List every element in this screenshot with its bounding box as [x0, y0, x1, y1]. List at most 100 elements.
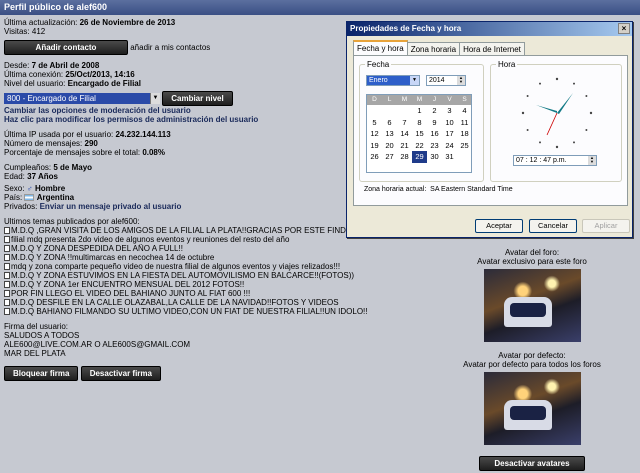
month-select[interactable]: Enero ▼ [366, 75, 420, 86]
calendar-day[interactable]: 5 [367, 117, 382, 129]
last-update-label: Última actualización: [4, 18, 78, 27]
calendar-day[interactable]: 1 [412, 105, 427, 117]
tab-date-time[interactable]: Fecha y hora [353, 40, 408, 55]
level-select[interactable]: 800 - Encargado de Filial ▼ [4, 93, 160, 105]
document-icon [4, 245, 10, 252]
calendar-day[interactable]: 10 [442, 117, 457, 129]
calendar-day[interactable]: 21 [397, 140, 412, 152]
document-icon [4, 263, 10, 270]
default-avatar-title: Avatar por defecto: [498, 351, 566, 360]
sex-label: Sexo: [4, 184, 25, 193]
calendar-day[interactable]: 20 [382, 140, 397, 152]
close-icon[interactable]: × [618, 23, 630, 34]
argentina-flag-icon [24, 194, 35, 201]
calendar-day[interactable]: 28 [397, 151, 412, 163]
calendar-day[interactable]: 12 [367, 128, 382, 140]
calendar-weekdays: DLMMJVS [367, 95, 471, 105]
chevron-down-icon[interactable]: ▼ [410, 76, 419, 85]
spin-arrows-icon[interactable]: ▲ ▼ [457, 76, 465, 85]
block-signature-button[interactable]: Bloquear firma [4, 366, 79, 381]
calendar-day[interactable]: 2 [427, 105, 442, 117]
tab-time-zone[interactable]: Zona horaria [406, 42, 461, 56]
document-icon [4, 254, 10, 261]
topic-item[interactable]: M.D.Q Y ZONA 1er ENCUENTRO MENSUAL DEL 2… [4, 280, 424, 289]
calendar-day[interactable]: 29 [412, 151, 427, 163]
private-message-link[interactable]: Enviar un mensaje privado al usuario [40, 202, 182, 211]
calendar-day[interactable]: 4 [457, 105, 472, 117]
calendar-day[interactable]: 23 [427, 140, 442, 152]
calendar-day[interactable]: 17 [442, 128, 457, 140]
calendar-weekday: M [416, 96, 423, 103]
topic-item[interactable]: M.D.Q Y ZONA DESPEDIDA DEL AÑO A FULL!! [4, 244, 424, 253]
topics-list: M.D.Q ,GRAN VISITA DE LOS AMIGOS DE LA F… [4, 226, 424, 316]
calendar-empty-cell [457, 151, 472, 163]
time-spinner[interactable]: 07 : 12 : 47 p.m. ▲ ▼ [513, 155, 597, 166]
calendar-day[interactable]: 16 [427, 128, 442, 140]
tab-panel: Fecha Enero ▼ 2014 ▲ ▼ DLMMJVS 1 2 3 4 5 6 7 8 9 10 1… [353, 55, 628, 206]
last-login-label: Última conexión: [4, 70, 64, 79]
disable-signature-button[interactable]: Desactivar firma [80, 366, 161, 381]
age-value: 37 Años [27, 172, 58, 181]
calendar-day[interactable]: 19 [367, 140, 382, 152]
topic-item[interactable]: M.D.Q Y ZONA ESTUVIMOS EN LA FIESTA DEL … [4, 271, 424, 280]
sex-value: Hombre [34, 184, 66, 193]
age-label: Edad: [4, 172, 25, 181]
calendar-day[interactable]: 14 [397, 128, 412, 140]
year-spinner[interactable]: 2014 ▲ ▼ [426, 75, 466, 86]
calendar: DLMMJVS 1 2 3 4 5 6 7 8 9 10 11 12 13 14 15 16 17 18 19 20 2… [366, 94, 472, 173]
topic-item[interactable]: POR FIN LLEGO EL VIDEO DEL BAHIANO JUNTO… [4, 289, 424, 298]
calendar-day[interactable]: 15 [412, 128, 427, 140]
default-avatar-desc: Avatar por defecto para todos los foros [463, 360, 601, 369]
private-label: Privados: [4, 202, 38, 211]
timezone-label: Zona horaria actual: [364, 186, 427, 193]
country-value: Argentina [36, 193, 75, 202]
calendar-day[interactable]: 24 [442, 140, 457, 152]
calendar-day[interactable]: 18 [457, 128, 472, 140]
calendar-day[interactable]: 22 [412, 140, 427, 152]
calendar-day[interactable]: 26 [367, 151, 382, 163]
forum-avatar-title: Avatar del foro: [504, 248, 560, 257]
calendar-day[interactable]: 9 [427, 117, 442, 129]
disable-avatars-button[interactable]: Desactivar avatares [479, 456, 585, 471]
ok-button[interactable]: Aceptar [475, 219, 523, 233]
time-group-label: Hora [496, 60, 518, 69]
calendar-weekday: D [372, 96, 377, 103]
time-group: Hora 07 : 12 : 47 p.m. ▲ ▼ [490, 60, 622, 182]
calendar-day[interactable]: 6 [382, 117, 397, 129]
calendar-day[interactable]: 27 [382, 151, 397, 163]
apply-button[interactable]: Aplicar [582, 219, 630, 233]
cancel-button[interactable]: Cancelar [529, 219, 577, 233]
calendar-day[interactable]: 13 [382, 128, 397, 140]
dialog-title: Propiedades de Fecha y hora × [347, 22, 632, 36]
calendar-day[interactable]: 11 [457, 117, 472, 129]
calendar-weekday: M [401, 96, 408, 103]
birthday-label: Cumpleaños: [4, 163, 52, 172]
calendar-empty-cell [397, 105, 412, 117]
calendar-day[interactable]: 25 [457, 140, 472, 152]
calendar-day[interactable]: 31 [442, 151, 457, 163]
timezone-row: Zona horaria actual: SA Eastern Standard… [364, 186, 513, 193]
calendar-day[interactable]: 3 [442, 105, 457, 117]
calendar-day[interactable]: 8 [412, 117, 427, 129]
timezone-value: SA Eastern Standard Time [430, 186, 513, 193]
default-avatar-image [483, 372, 581, 445]
change-level-button[interactable]: Cambiar nivel [162, 91, 233, 106]
chevron-down-icon[interactable]: ▼ [150, 93, 160, 105]
messages-value: 290 [84, 139, 98, 148]
calendar-weekday: S [462, 96, 467, 103]
topic-item[interactable]: M.D.Q Y ZONA !!multimarcas en necochea 1… [4, 253, 424, 262]
forum-avatar-image [483, 269, 581, 342]
country-label: País: [4, 193, 23, 202]
signature-line: SALUDOS A TODOS [4, 331, 80, 340]
topic-item[interactable]: M.D.Q DESFILE EN LA CALLE OLAZABAL,LA CA… [4, 298, 424, 307]
calendar-day[interactable]: 7 [397, 117, 412, 129]
calendar-day[interactable]: 30 [427, 151, 442, 163]
calendar-empty-cell [382, 105, 397, 117]
dialog-tabs: Fecha y hora Zona horaria Hora de Internet [353, 40, 525, 56]
tab-internet-time[interactable]: Hora de Internet [459, 42, 525, 56]
topic-item[interactable]: mdq y zona comparte pequeño video de nue… [4, 262, 424, 271]
analog-clock-icon [521, 77, 593, 149]
spin-arrows-icon[interactable]: ▲ ▼ [588, 156, 596, 165]
topic-item[interactable]: M.D.Q BAHIANO FILMANDO SU ULTIMO VIDEO,C… [4, 307, 424, 316]
add-contact-button[interactable]: Añadir contacto [4, 40, 128, 55]
